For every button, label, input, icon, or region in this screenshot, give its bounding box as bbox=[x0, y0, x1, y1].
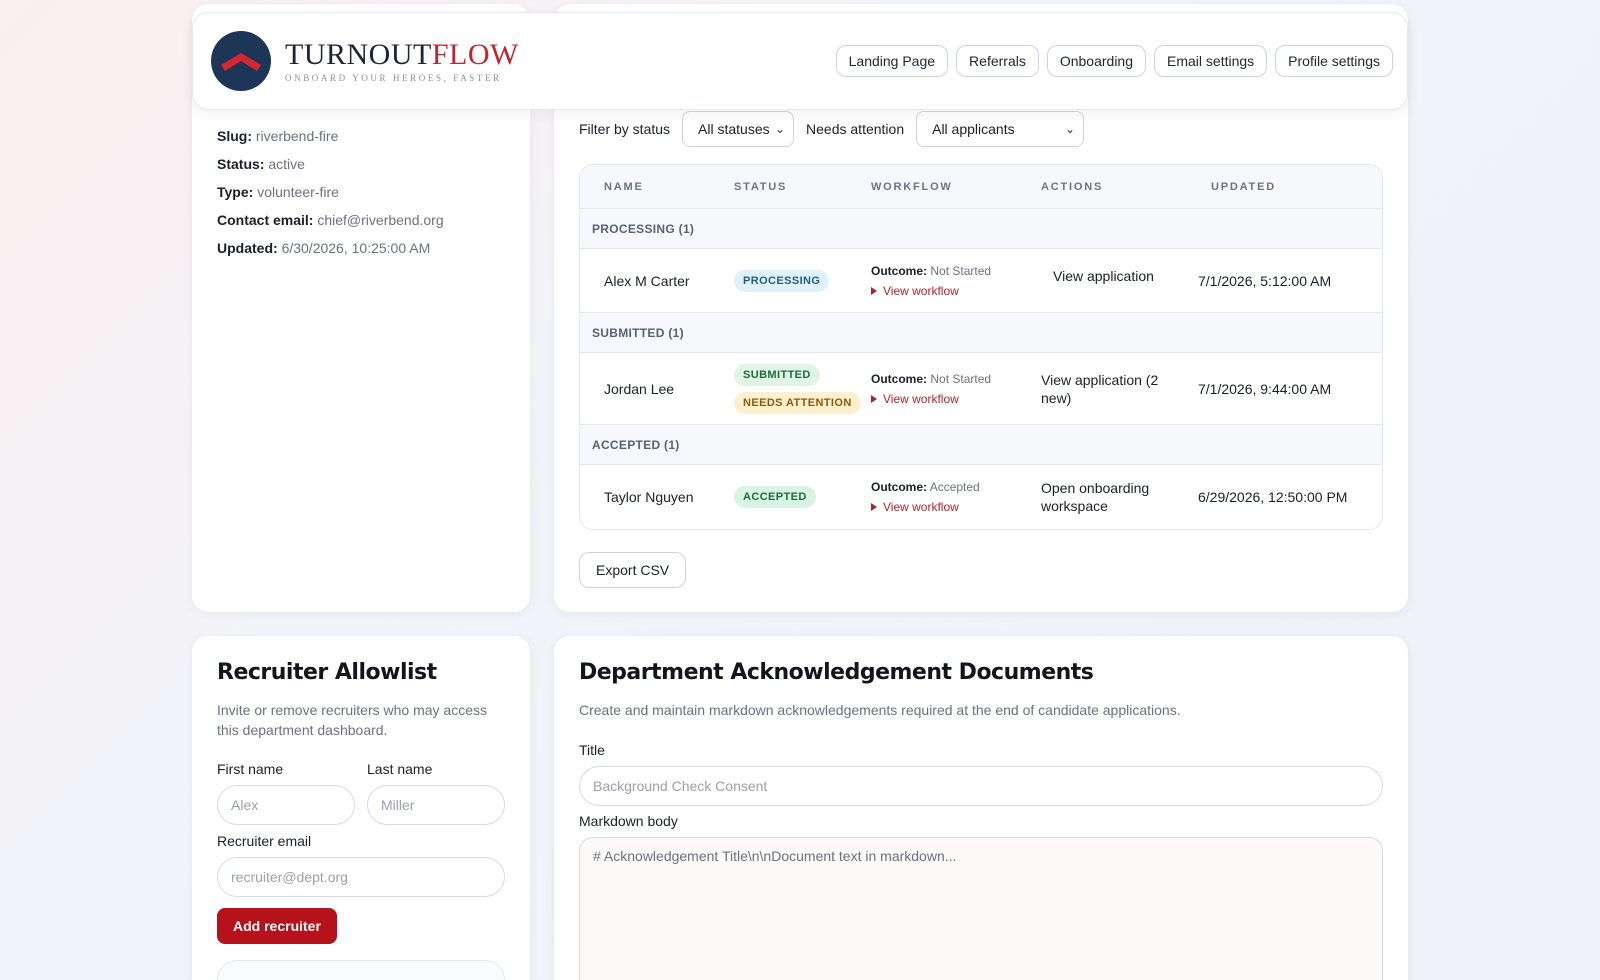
last-name-label: Last name bbox=[367, 761, 433, 777]
documents-subtitle: Create and maintain markdown acknowledge… bbox=[579, 702, 1181, 718]
contact-email-row: Contact email: chief@riverbend.org bbox=[217, 212, 444, 228]
export-csv-button[interactable]: Export CSV bbox=[579, 552, 687, 588]
documents-title: Department Acknowledgement Documents bbox=[579, 660, 1094, 685]
view-workflow-toggle[interactable]: View workflow bbox=[871, 392, 1041, 406]
document-title-input[interactable]: Background Check Consent bbox=[579, 766, 1383, 806]
top-navigation: TURNOUTFLOW ONBOARD YOUR HEROES, FASTER … bbox=[192, 12, 1408, 110]
status-cell: PROCESSING bbox=[734, 269, 871, 292]
chevron-logo-icon bbox=[211, 31, 271, 91]
status-filter-select[interactable]: All statuses ⌄ bbox=[682, 111, 795, 147]
table-header: NAME STATUS WORKFLOW ACTIONS UPDATED bbox=[580, 165, 1382, 209]
brand-tagline: ONBOARD YOUR HEROES, FASTER bbox=[285, 72, 502, 83]
brand-logo[interactable]: TURNOUTFLOW ONBOARD YOUR HEROES, FASTER bbox=[211, 31, 519, 91]
group-header-accepted: ACCEPTED (1) bbox=[580, 425, 1382, 465]
filter-status-label: Filter by status bbox=[579, 121, 671, 137]
status-badge: ACCEPTED bbox=[734, 486, 816, 508]
nav-landing-page[interactable]: Landing Page bbox=[835, 45, 949, 77]
open-onboarding-link[interactable]: Open onboarding workspace bbox=[1041, 479, 1168, 515]
column-header-actions: ACTIONS bbox=[1041, 180, 1104, 193]
needs-attention-badge: NEEDS ATTENTION bbox=[734, 391, 861, 414]
status-badge: PROCESSING bbox=[734, 269, 830, 292]
add-recruiter-button[interactable]: Add recruiter bbox=[217, 908, 337, 944]
nav-profile-settings[interactable]: Profile settings bbox=[1275, 45, 1393, 77]
applicant-name: Jordan Lee bbox=[604, 380, 675, 397]
recruiter-email-label: Recruiter email bbox=[217, 833, 312, 849]
view-workflow-toggle[interactable]: View workflow bbox=[871, 500, 1041, 514]
last-name-input[interactable]: Miller bbox=[367, 785, 505, 825]
acknowledgement-documents-card: Department Acknowledgement Documents Cre… bbox=[554, 636, 1408, 980]
applications-table: NAME STATUS WORKFLOW ACTIONS UPDATED PRO… bbox=[579, 164, 1383, 530]
nav-links: Landing Page Referrals Onboarding Email … bbox=[835, 45, 1393, 77]
group-header-processing: PROCESSING (1) bbox=[580, 209, 1382, 249]
outcome-text: Outcome: Not Started bbox=[871, 371, 992, 386]
recruiter-allowlist-card: Recruiter Allowlist Invite or remove rec… bbox=[192, 636, 530, 980]
nav-email-settings[interactable]: Email settings bbox=[1154, 45, 1268, 77]
chevron-down-icon: ⌄ bbox=[774, 122, 786, 136]
needs-attention-select[interactable]: All applicants ⌄ bbox=[916, 111, 1085, 147]
updated-cell: 6/29/2026, 12:50:00 PM bbox=[1198, 489, 1348, 505]
needs-attention-label: Needs attention bbox=[806, 121, 905, 137]
column-header-status: STATUS bbox=[734, 180, 788, 193]
chevron-down-icon: ⌄ bbox=[1065, 122, 1076, 136]
outcome-text: Outcome: Accepted bbox=[871, 480, 980, 494]
outcome-text: Outcome: Not Started bbox=[871, 263, 992, 278]
status-row: Status: active bbox=[217, 156, 305, 172]
markdown-body-textarea[interactable]: # Acknowledgement Title\n\nDocument text… bbox=[579, 837, 1383, 980]
table-row: Alex M Carter PROCESSING Outcome: Not St… bbox=[580, 249, 1382, 313]
table-row: Jordan Lee SUBMITTED NEEDS ATTENTION Out… bbox=[580, 353, 1382, 425]
updated-row: Updated: 6/30/2026, 10:25:00 AM bbox=[217, 240, 431, 256]
caret-right-icon bbox=[871, 394, 877, 403]
nav-onboarding[interactable]: Onboarding bbox=[1046, 45, 1147, 77]
updated-cell: 7/1/2026, 9:44:00 AM bbox=[1198, 380, 1332, 397]
recruiter-email-input[interactable]: recruiter@dept.org bbox=[217, 857, 505, 897]
department-details: Slug: riverbend-fire Status: active Type… bbox=[217, 122, 444, 262]
caret-right-icon bbox=[871, 286, 877, 295]
view-workflow-toggle[interactable]: View workflow bbox=[871, 284, 1041, 298]
updated-cell: 7/1/2026, 5:12:00 AM bbox=[1198, 272, 1332, 289]
brand-name: TURNOUTFLOW bbox=[285, 37, 519, 71]
workflow-cell: Outcome: Accepted View workflow bbox=[871, 480, 1041, 514]
view-application-link[interactable]: View application bbox=[1041, 268, 1198, 284]
status-badge: SUBMITTED bbox=[734, 363, 820, 386]
group-header-submitted: SUBMITTED (1) bbox=[580, 313, 1382, 353]
slug-row: Slug: riverbend-fire bbox=[217, 128, 339, 144]
nav-referrals[interactable]: Referrals bbox=[956, 45, 1039, 77]
status-cell: SUBMITTED NEEDS ATTENTION bbox=[734, 363, 871, 414]
first-name-input[interactable]: Alex bbox=[217, 785, 355, 825]
type-row: Type: volunteer-fire bbox=[217, 184, 339, 200]
workflow-cell: Outcome: Not Started View workflow bbox=[871, 264, 1041, 298]
workflow-cell: Outcome: Not Started View workflow bbox=[871, 372, 1041, 406]
column-header-updated: UPDATED bbox=[1211, 180, 1276, 193]
applicant-name: Alex M Carter bbox=[604, 272, 690, 289]
applicant-name: Taylor Nguyen bbox=[604, 489, 694, 505]
allowlist-title: Recruiter Allowlist bbox=[217, 660, 437, 685]
first-name-label: First name bbox=[217, 761, 284, 777]
recruiter-list-item bbox=[217, 960, 505, 980]
document-title-label: Title bbox=[579, 742, 605, 758]
column-header-name: NAME bbox=[604, 180, 644, 193]
status-cell: ACCEPTED bbox=[734, 486, 871, 508]
table-row: Taylor Nguyen ACCEPTED Outcome: Accepted… bbox=[580, 465, 1382, 529]
allowlist-subtitle: Invite or remove recruiters who may acce… bbox=[217, 702, 487, 738]
view-application-link[interactable]: View application (2 new) bbox=[1041, 371, 1168, 407]
caret-right-icon bbox=[871, 503, 877, 511]
column-header-workflow: WORKFLOW bbox=[871, 180, 953, 193]
markdown-body-label: Markdown body bbox=[579, 813, 678, 829]
filters-bar: Filter by status All statuses ⌄ Needs att… bbox=[579, 111, 1085, 147]
brand-wordmark: TURNOUTFLOW ONBOARD YOUR HEROES, FASTER bbox=[285, 37, 519, 83]
